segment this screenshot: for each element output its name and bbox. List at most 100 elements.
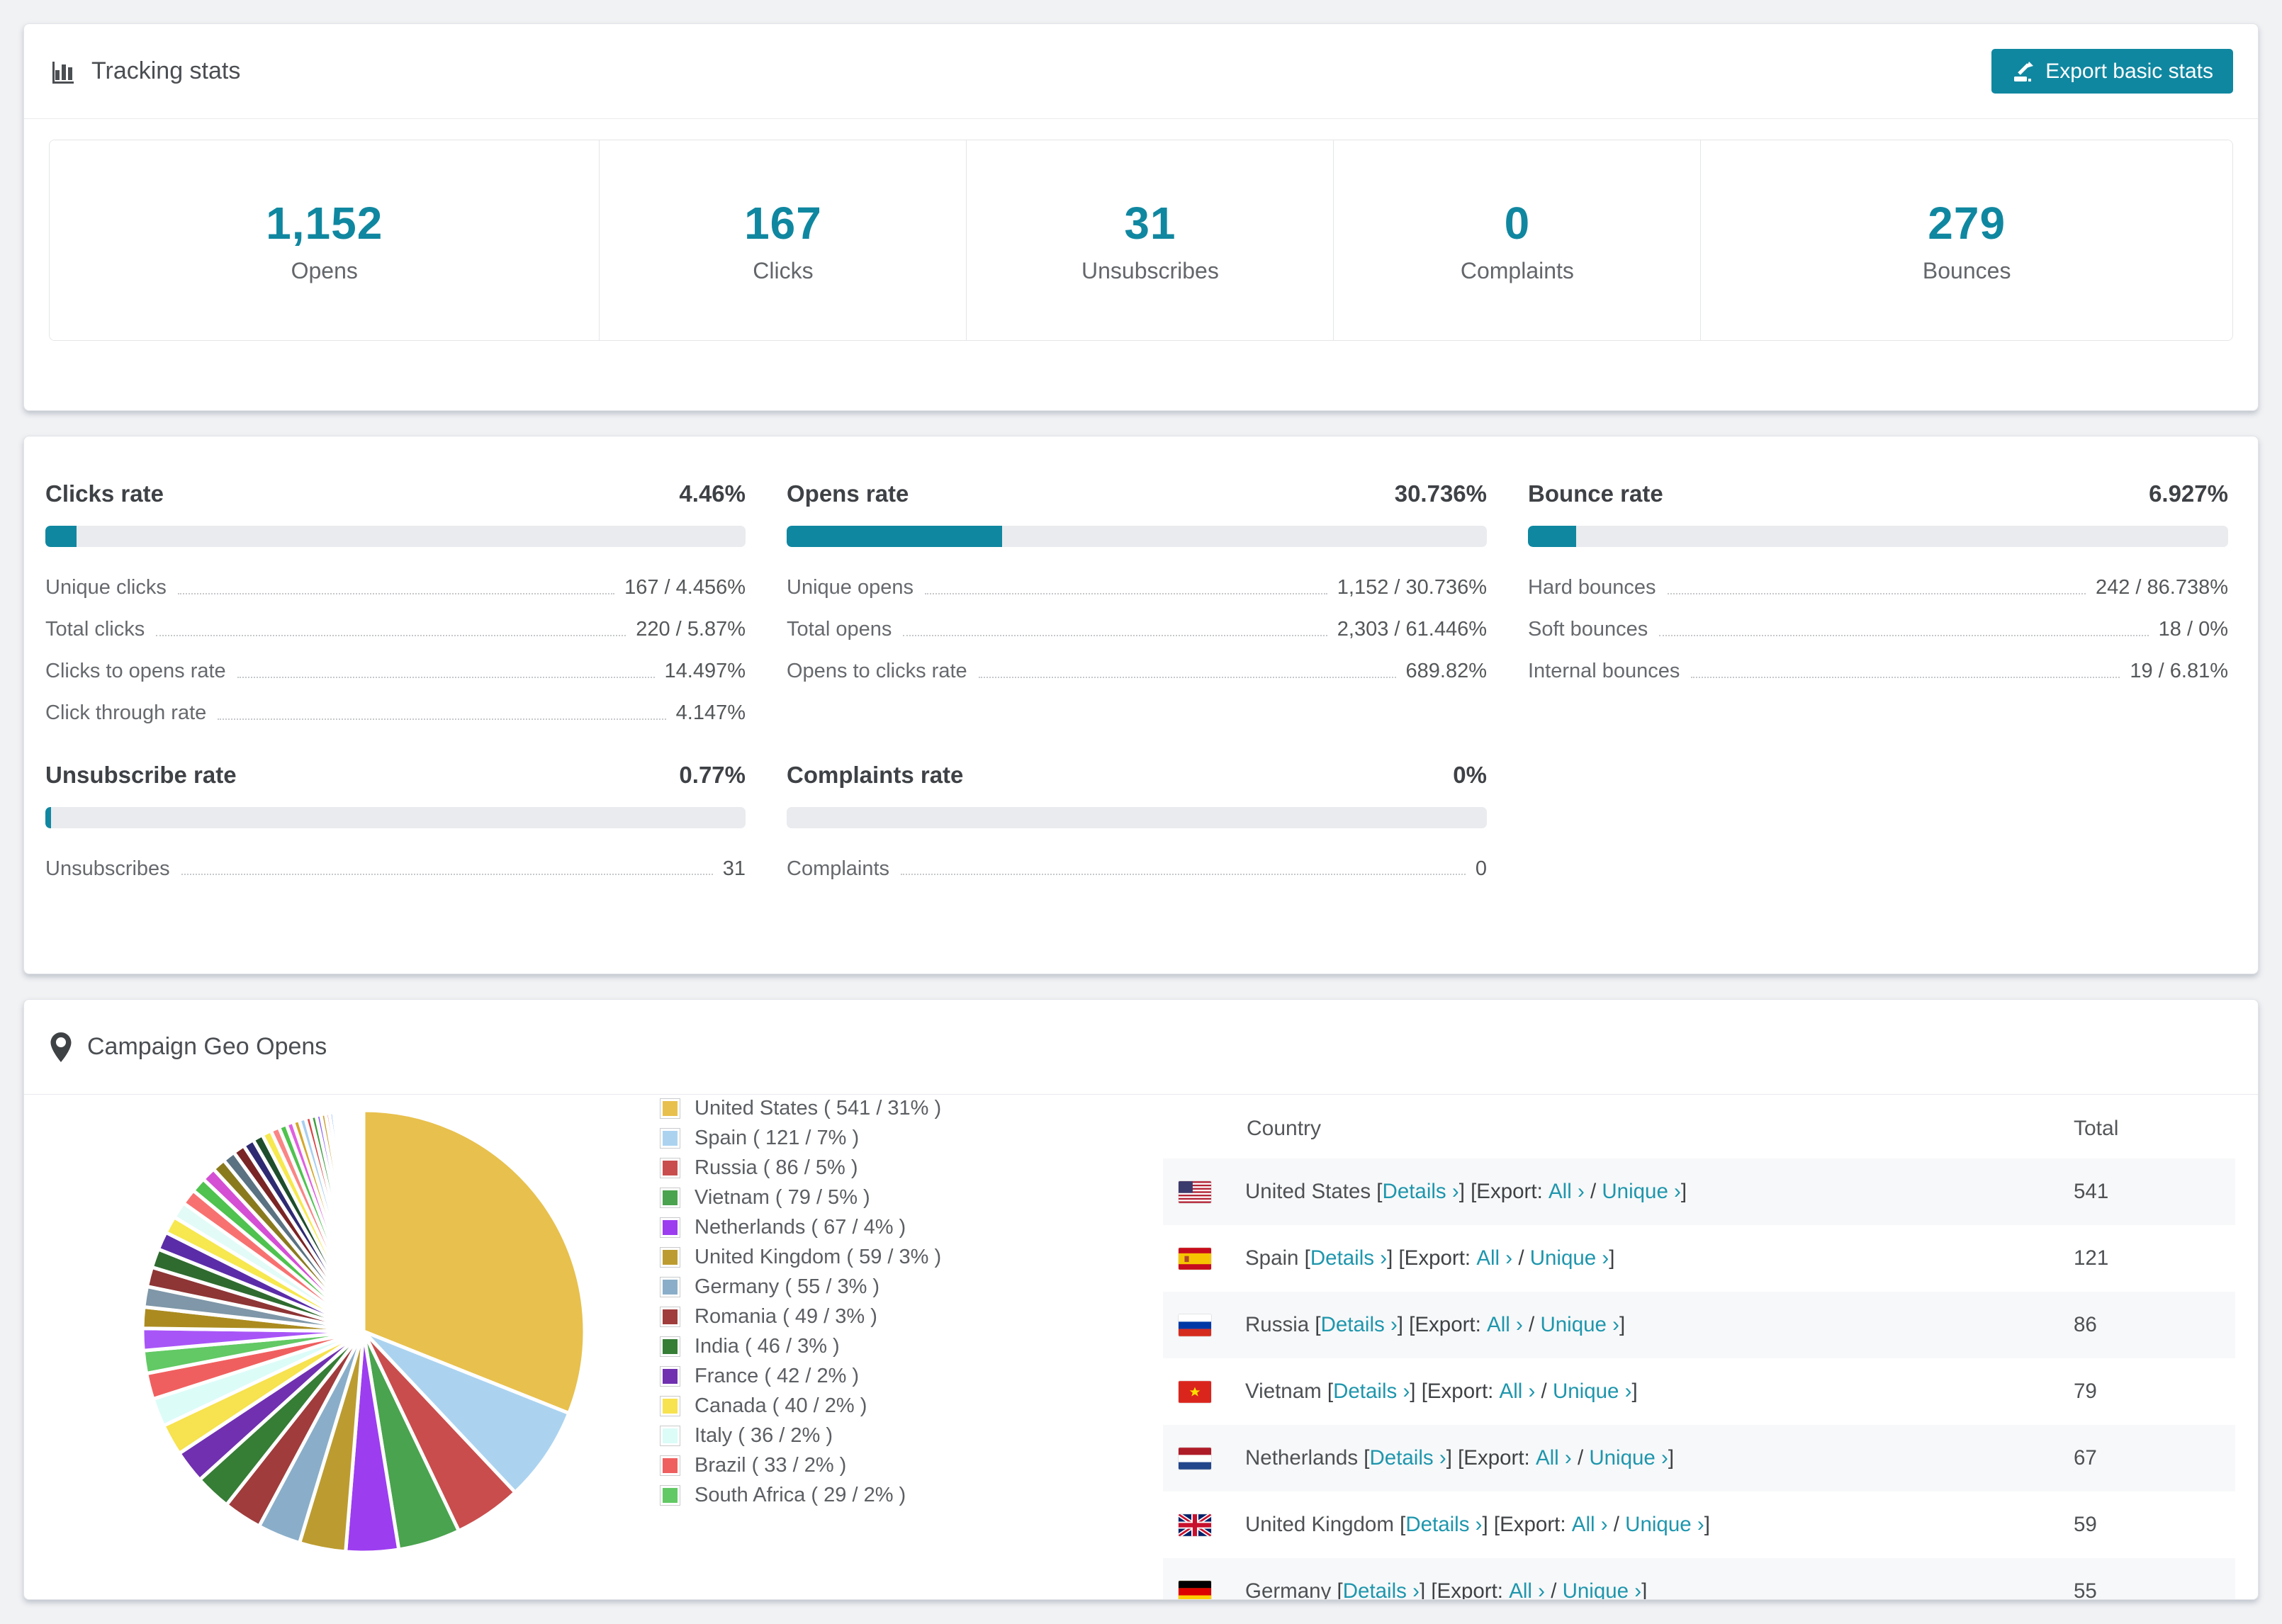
rate-detail-row: Hard bounces 242 / 86.738%: [1528, 576, 2228, 599]
table-row-de: Germany [Details ›] [Export: All › / Uni…: [1163, 1558, 2235, 1600]
legend-item: Brazil ( 33 / 2% ): [660, 1450, 941, 1480]
stat-label: Complaints: [1460, 257, 1574, 283]
dotted-leader: [1691, 676, 2120, 678]
rate-detail-value: 220 / 5.87%: [636, 617, 746, 641]
rate-detail-value: 689.82%: [1405, 659, 1488, 682]
country-flag-nl: [1179, 1447, 1211, 1470]
rate-detail-row: Soft bounces 18 / 0%: [1528, 618, 2228, 641]
stat-box-bounces: 279 Bounces: [1700, 140, 2232, 340]
details-link[interactable]: Details ›: [1383, 1180, 1459, 1204]
export-unique-link[interactable]: Unique ›: [1553, 1380, 1632, 1404]
geo-pie-chart[interactable]: [123, 1090, 605, 1572]
details-link[interactable]: Details ›: [1405, 1513, 1482, 1537]
dotted-leader: [218, 718, 666, 720]
details-link[interactable]: Details ›: [1333, 1380, 1410, 1404]
legend-swatch: [660, 1306, 680, 1327]
country-name: Germany: [1245, 1579, 1332, 1600]
dotted-leader: [901, 874, 1466, 876]
legend-item: Romania ( 49 / 3% ): [660, 1302, 941, 1331]
export-unique-link[interactable]: Unique ›: [1589, 1446, 1668, 1470]
progress-bar: [45, 526, 746, 547]
export-unique-link[interactable]: Unique ›: [1602, 1180, 1681, 1204]
legend-item: Germany ( 55 / 3% ): [660, 1272, 941, 1302]
legend-item: United States ( 541 / 31% ): [660, 1093, 941, 1123]
geo-table: Country Total United States [Details ›] …: [1163, 1099, 2235, 1600]
table-row-us: United States [Details ›] [Export: All ›…: [1163, 1158, 2235, 1225]
total-cell: 541: [2074, 1180, 2109, 1203]
rate-detail-row: Opens to clicks rate 689.82%: [787, 660, 1487, 683]
export-unique-link[interactable]: Unique ›: [1530, 1246, 1609, 1270]
legend-label: France ( 42 / 2% ): [695, 1364, 860, 1387]
rate-detail-label: Opens to clicks rate: [787, 659, 967, 682]
geo-table-header: Country Total: [1163, 1099, 2235, 1158]
progress-bar: [787, 526, 1487, 547]
rate-title: Unsubscribe rate: [45, 761, 237, 788]
legend-label: Italy ( 36 / 2% ): [695, 1423, 833, 1447]
legend-item: Italy ( 36 / 2% ): [660, 1421, 941, 1450]
legend-label: Vietnam ( 79 / 5% ): [695, 1185, 870, 1209]
table-row-nl: Netherlands [Details ›] [Export: All › /…: [1163, 1425, 2235, 1492]
stat-label: Clicks: [753, 257, 814, 283]
legend-item: United Kingdom ( 59 / 3% ): [660, 1242, 941, 1272]
rate-detail-row: Unsubscribes 31: [45, 857, 746, 881]
rate-section-unsubscribe-rate: Unsubscribe rate 0.77% Unsubscribes 31: [45, 762, 746, 881]
stat-box-opens: 1,152 Opens: [50, 140, 600, 340]
details-link[interactable]: Details ›: [1343, 1579, 1420, 1599]
table-row-gb: United Kingdom [Details ›] [Export: All …: [1163, 1492, 2235, 1558]
legend-swatch: [660, 1395, 680, 1416]
legend-swatch: [660, 1246, 680, 1268]
details-link[interactable]: Details ›: [1321, 1313, 1398, 1337]
legend-swatch: [660, 1127, 680, 1149]
export-unique-link[interactable]: Unique ›: [1563, 1579, 1642, 1599]
export-all-link[interactable]: All ›: [1476, 1246, 1512, 1270]
stat-label: Opens: [291, 257, 358, 283]
export-icon: [2011, 60, 2035, 84]
rate-detail-label: Complaints: [787, 857, 890, 880]
tracking-stats-header: Tracking stats Export basic stats: [24, 24, 2258, 119]
map-pin-icon: [49, 1032, 73, 1063]
export-all-link[interactable]: All ›: [1509, 1579, 1545, 1599]
export-all-link[interactable]: All ›: [1500, 1380, 1536, 1404]
legend-swatch: [660, 1098, 680, 1119]
rate-detail-label: Total clicks: [45, 617, 145, 641]
table-row-es: Spain [Details ›] [Export: All › / Uniqu…: [1163, 1225, 2235, 1292]
legend-item: Canada ( 40 / 2% ): [660, 1391, 941, 1421]
progress-bar: [1528, 526, 2228, 547]
table-row-ru: Russia [Details ›] [Export: All › / Uniq…: [1163, 1292, 2235, 1358]
export-all-link[interactable]: All ›: [1487, 1313, 1523, 1337]
dotted-leader: [237, 676, 655, 678]
export-all-link[interactable]: All ›: [1548, 1180, 1585, 1204]
export-all-link[interactable]: All ›: [1572, 1513, 1608, 1537]
rate-detail-value: 2,303 / 61.446%: [1337, 617, 1487, 641]
stat-box-unsubscribes: 31 Unsubscribes: [966, 140, 1334, 340]
legend-label: Netherlands ( 67 / 4% ): [695, 1215, 906, 1239]
dotted-leader: [177, 592, 615, 594]
legend-item: Russia ( 86 / 5% ): [660, 1153, 941, 1183]
legend-swatch: [660, 1187, 680, 1208]
geo-table-body: United States [Details ›] [Export: All ›…: [1163, 1158, 2235, 1600]
details-link[interactable]: Details ›: [1369, 1446, 1446, 1470]
legend-label: Russia ( 86 / 5% ): [695, 1156, 858, 1179]
legend-label: Brazil ( 33 / 2% ): [695, 1453, 847, 1477]
rate-detail-label: Unique clicks: [45, 576, 167, 599]
progress-bar-fill: [787, 526, 1002, 547]
rate-detail-value: 167 / 4.456%: [624, 576, 746, 599]
rate-detail-row: Total opens 2,303 / 61.446%: [787, 617, 1487, 641]
rate-title: Clicks rate: [45, 480, 164, 507]
export-basic-stats-button[interactable]: Export basic stats: [1991, 49, 2233, 94]
export-unique-link[interactable]: Unique ›: [1540, 1313, 1619, 1337]
country-flag-de: [1179, 1580, 1211, 1599]
rate-title: Complaints rate: [787, 761, 964, 788]
export-all-link[interactable]: All ›: [1536, 1446, 1572, 1470]
legend-swatch: [660, 1365, 680, 1387]
details-link[interactable]: Details ›: [1310, 1246, 1387, 1270]
country-flag-us: [1179, 1180, 1211, 1203]
country-column-header: Country: [1247, 1117, 1322, 1140]
rate-detail-value: 14.497%: [664, 659, 746, 682]
country-flag-es: [1179, 1247, 1211, 1270]
bar-chart-icon: [49, 57, 77, 86]
country-name: Netherlands: [1245, 1446, 1359, 1470]
rates-grid: Clicks rate 4.46% Unique clicks 167 / 4.…: [45, 480, 2228, 880]
stats-row: 1,152 Opens 167 Clicks 31 Unsubscribes 0 Co…: [49, 140, 2233, 341]
export-unique-link[interactable]: Unique ›: [1625, 1513, 1704, 1537]
